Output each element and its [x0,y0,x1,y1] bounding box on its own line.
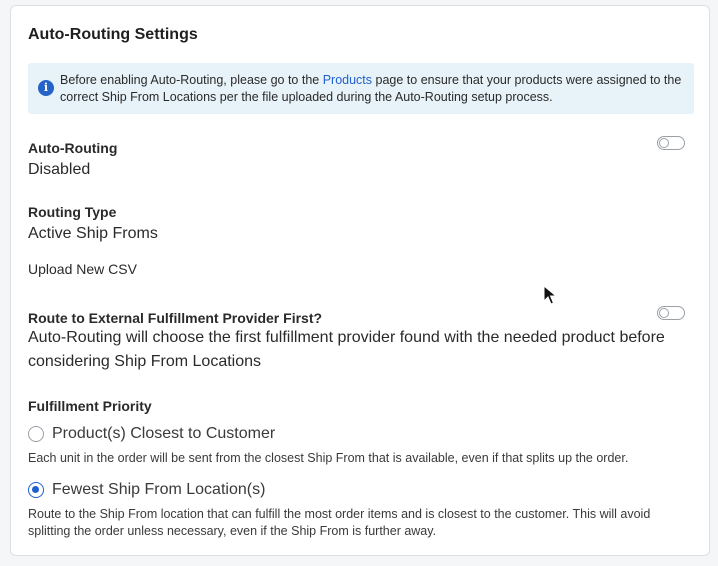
routing-type-label: Routing Type [28,204,117,220]
radio-label: Product(s) Closest to Customer [52,425,276,442]
fulfillment-priority-label: Fulfillment Priority [28,398,152,414]
auto-routing-label: Auto-Routing [28,140,118,156]
card-title: Auto-Routing Settings [28,26,198,43]
radio-label: Fewest Ship From Location(s) [52,481,266,498]
auto-routing-toggle[interactable] [657,136,685,150]
info-banner: i Before enabling Auto-Routing, please g… [28,63,694,114]
external-provider-description: Auto-Routing will choose the first fulfi… [28,329,665,370]
radio-option-closest-to-customer[interactable]: Product(s) Closest to Customer [28,425,275,443]
radio-button-unchecked[interactable] [28,426,44,442]
radio-button-checked[interactable] [28,482,44,498]
upload-new-csv-link[interactable]: Upload New CSV [28,261,137,277]
auto-routing-settings-card: Auto-Routing Settings i Before enabling … [10,5,710,556]
toggle-knob [659,308,669,318]
info-text-before: Before enabling Auto-Routing, please go … [60,73,323,87]
external-provider-label: Route to External Fulfillment Provider F… [28,310,323,326]
radio-option-fewest-ship-from[interactable]: Fewest Ship From Location(s) [28,481,265,499]
products-link[interactable]: Products [323,73,372,87]
radio-description: Each unit in the order will be sent from… [28,451,629,465]
toggle-knob [659,138,669,148]
radio-description: Route to the Ship From location that can… [28,507,651,538]
routing-type-value: Active Ship Froms [28,225,158,242]
mouse-pointer-icon [543,285,557,305]
info-circle-icon: i [38,80,54,96]
external-provider-toggle[interactable] [657,306,685,320]
auto-routing-status: Disabled [28,161,91,178]
